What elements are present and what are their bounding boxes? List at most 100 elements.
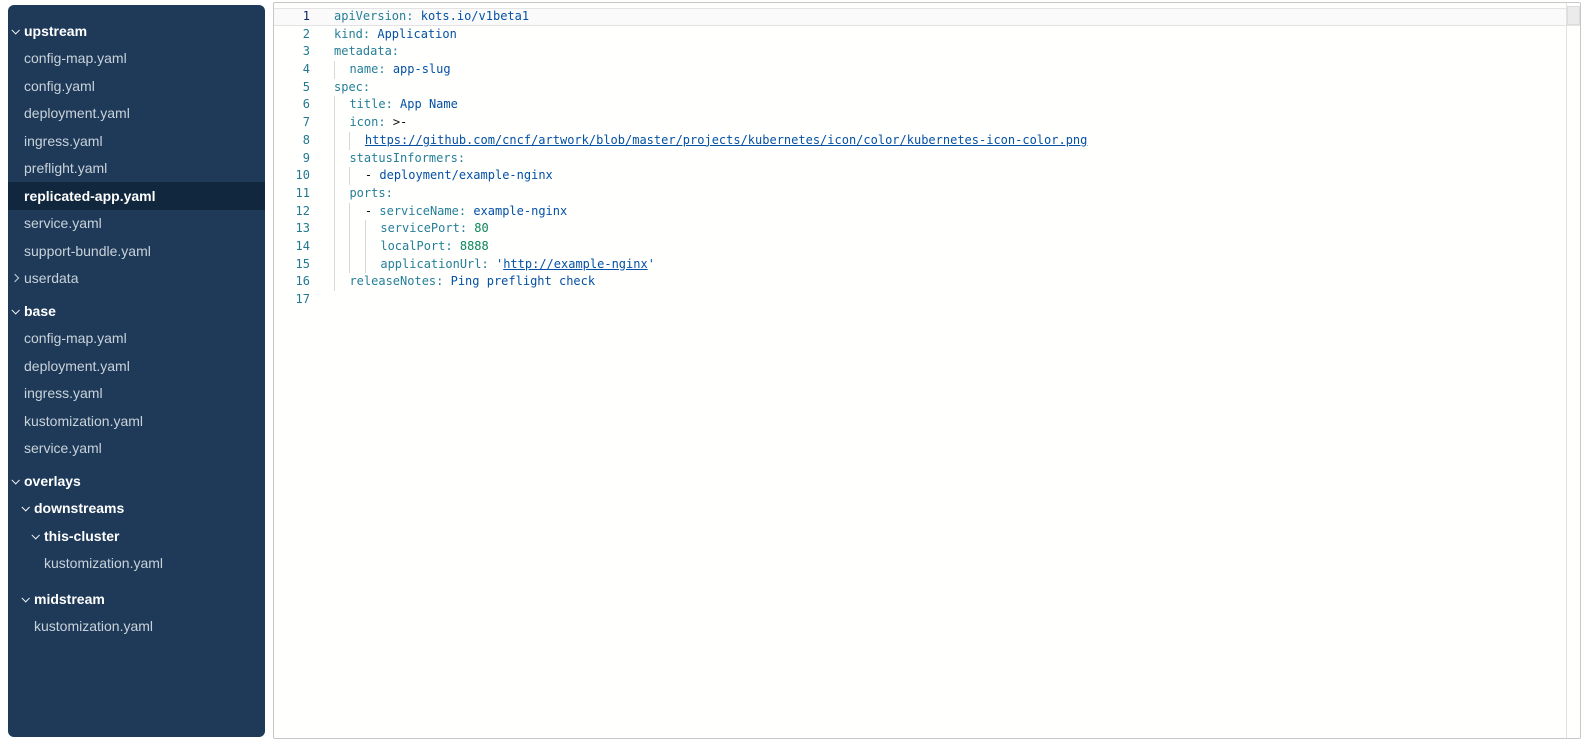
code-content: title: App Name <box>334 96 458 114</box>
yaml-editor[interactable]: 1apiVersion: kots.io/v1beta12kind: Appli… <box>273 2 1581 739</box>
tree-file-preflight-yaml[interactable]: preflight.yaml <box>8 155 265 183</box>
indent-guide <box>334 61 349 79</box>
token-num: 8888 <box>460 238 489 256</box>
yaml-link[interactable]: https://github.com/cncf/artwork/blob/mas… <box>365 132 1087 150</box>
code-line[interactable]: 10 - deployment/example-nginx <box>274 167 1580 185</box>
code-line[interactable]: 6 title: App Name <box>274 96 1580 114</box>
indent-guide <box>334 256 349 274</box>
tree-file-kustomization-yaml[interactable]: kustomization.yaml <box>8 407 265 435</box>
code-line[interactable]: 8 https://github.com/cncf/artwork/blob/m… <box>274 132 1580 150</box>
indent-guide <box>349 132 364 150</box>
tree-item-label: userdata <box>24 270 78 286</box>
code-content: apiVersion: kots.io/v1beta1 <box>334 8 529 26</box>
line-number: 12 <box>274 203 310 221</box>
code-line[interactable]: 3 metadata: <box>274 43 1580 61</box>
indent-guide <box>365 238 380 256</box>
token-str: kots.io/v1beta1 <box>421 8 529 26</box>
code-line[interactable]: 2kind: Application <box>274 26 1580 44</box>
indent-guide <box>334 96 349 114</box>
indent-guide <box>334 167 349 185</box>
tree-file-kustomization-yaml[interactable]: kustomization.yaml <box>8 613 265 641</box>
tree-item-label: replicated-app.yaml <box>24 188 156 204</box>
tree-file-config-map-yaml[interactable]: config-map.yaml <box>8 45 265 73</box>
code-content: localPort: 8888 <box>334 238 489 256</box>
line-number: 9 <box>274 150 310 168</box>
code-line[interactable]: 9 statusInformers: <box>274 150 1580 168</box>
token-str: ' <box>648 256 655 274</box>
token-sp <box>413 8 420 26</box>
code-line[interactable]: 16 releaseNotes: Ping preflight check <box>274 273 1580 291</box>
tree-file-service-yaml[interactable]: service.yaml <box>8 435 265 463</box>
tree-item-label: kustomization.yaml <box>24 413 143 429</box>
code-line[interactable]: 15 applicationUrl: 'http://example-nginx… <box>274 256 1580 274</box>
tree-folder-downstreams[interactable]: downstreams <box>8 495 265 523</box>
indent-guide <box>334 132 349 150</box>
editor-scrollbar[interactable] <box>1566 3 1580 738</box>
code-content: https://github.com/cncf/artwork/blob/mas… <box>334 132 1087 150</box>
tree-item-label: overlays <box>24 473 81 489</box>
chevron-down-icon <box>12 28 24 34</box>
tree-item-label: config.yaml <box>24 78 95 94</box>
tree-file-ingress-yaml[interactable]: ingress.yaml <box>8 127 265 155</box>
tree-folder-base[interactable]: base <box>8 297 265 325</box>
code-line[interactable]: 12 - serviceName: example-nginx <box>274 203 1580 221</box>
code-content: kind: Application <box>334 26 457 44</box>
code-content: - serviceName: example-nginx <box>334 203 567 221</box>
chevron-down-icon <box>22 596 34 602</box>
token-key: applicationUrl: <box>380 256 488 274</box>
line-number: 10 <box>274 167 310 185</box>
code-content: applicationUrl: 'http://example-nginx' <box>334 256 655 274</box>
code-line[interactable]: 13 servicePort: 80 <box>274 220 1580 238</box>
tree-file-kustomization-yaml[interactable]: kustomization.yaml <box>8 550 265 578</box>
tree-file-ingress-yaml[interactable]: ingress.yaml <box>8 380 265 408</box>
tree-item-label: ingress.yaml <box>24 133 103 149</box>
code-line[interactable]: 14 localPort: 8888 <box>274 238 1580 256</box>
tree-file-deployment-yaml[interactable]: deployment.yaml <box>8 352 265 380</box>
tree-folder-this-cluster[interactable]: this-cluster <box>8 522 265 550</box>
tree-item-label: this-cluster <box>44 528 119 544</box>
tree-item-label: upstream <box>24 23 87 39</box>
code-line[interactable]: 4 name: app-slug <box>274 61 1580 79</box>
code-content: spec: <box>334 79 370 97</box>
indent-guide <box>334 238 349 256</box>
tree-folder-midstream[interactable]: midstream <box>8 585 265 613</box>
tree-file-config-map-yaml[interactable]: config-map.yaml <box>8 325 265 353</box>
chevron-down-icon <box>12 478 24 484</box>
tree-file-support-bundle-yaml[interactable]: support-bundle.yaml <box>8 237 265 265</box>
token-key: title: <box>349 96 392 114</box>
indent-guide <box>334 185 349 203</box>
line-number: 3 <box>274 43 310 61</box>
tree-folder-overlays[interactable]: overlays <box>8 467 265 495</box>
token-str: Ping preflight check <box>451 273 596 291</box>
code-line[interactable]: 11 ports: <box>274 185 1580 203</box>
token-str: Application <box>377 26 456 44</box>
token-sp <box>372 203 379 221</box>
code-content: statusInformers: <box>334 150 465 168</box>
yaml-link[interactable]: http://example-nginx <box>503 256 648 274</box>
chevron-down-icon <box>12 308 24 314</box>
code-line[interactable]: 5spec: <box>274 79 1580 97</box>
token-key: metadata: <box>334 43 399 61</box>
tree-file-service-yaml[interactable]: service.yaml <box>8 210 265 238</box>
tree-file-deployment-yaml[interactable]: deployment.yaml <box>8 100 265 128</box>
code-line[interactable]: 7 icon: >- <box>274 114 1580 132</box>
tree-file-config-yaml[interactable]: config.yaml <box>8 72 265 100</box>
code-line[interactable]: 17 <box>274 291 1580 309</box>
token-sp <box>372 167 379 185</box>
tree-folder-upstream[interactable]: upstream <box>8 17 265 45</box>
code-content: ports: <box>334 185 393 203</box>
token-str: ' <box>496 256 503 274</box>
code-line[interactable]: 1apiVersion: kots.io/v1beta1 <box>274 8 1580 26</box>
tree-item-label: deployment.yaml <box>24 358 130 374</box>
scrollbar-slider[interactable] <box>1567 6 1580 25</box>
tree-item-label: deployment.yaml <box>24 105 130 121</box>
chevron-right-icon <box>12 275 24 281</box>
tree-item-label: base <box>24 303 56 319</box>
indent-guide <box>334 273 349 291</box>
tree-folder-userdata[interactable]: userdata <box>8 265 265 293</box>
tree-file-replicated-app-yaml[interactable]: replicated-app.yaml <box>8 182 265 210</box>
file-tree-sidebar[interactable]: upstream config-map.yaml config.yaml deploy… <box>8 5 265 737</box>
tree-item-label: config-map.yaml <box>24 50 127 66</box>
code-content: servicePort: 80 <box>334 220 489 238</box>
token-str: example-nginx <box>473 203 567 221</box>
